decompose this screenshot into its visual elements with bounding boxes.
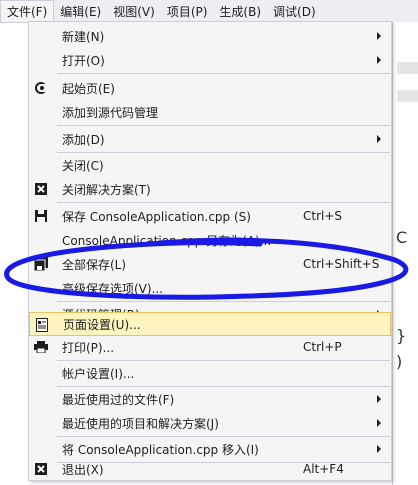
- editor-strip: [397, 62, 418, 74]
- save-all-icon: [31, 254, 51, 274]
- menu-debug[interactable]: 调试(D): [267, 0, 322, 22]
- menu-item-label: 添加(D): [62, 132, 105, 147]
- file-menu-dropdown: 新建(N) 打开(O) 起始页(E) 添加到源代码管理 添加(D) 关闭(C): [28, 21, 392, 481]
- menu-item-label: 打印(P)...: [62, 340, 115, 355]
- menu-item-add-to-source-control[interactable]: 添加到源代码管理: [29, 100, 391, 124]
- close-solution-icon: [31, 179, 51, 199]
- menu-item-label: 关闭解决方案(T): [62, 182, 151, 197]
- shortcut-label: Alt+F4: [303, 462, 344, 476]
- menu-view[interactable]: 视图(V): [107, 0, 161, 22]
- submenu-arrow-icon: [377, 445, 381, 453]
- editor-background: [392, 22, 418, 485]
- editor-strip: [397, 90, 418, 102]
- menu-bar: 文件(F) 编辑(E) 视图(V) 项目(P) 生成(B) 调试(D): [0, 0, 418, 23]
- menu-item-print[interactable]: 打印(P)... Ctrl+P: [29, 335, 391, 359]
- menu-item-label: 保存 ConsoleApplication.cpp (S): [62, 209, 251, 224]
- menu-edit[interactable]: 编辑(E): [54, 0, 107, 22]
- menu-item-label: 关闭(C): [62, 158, 104, 173]
- exit-icon: [31, 459, 51, 479]
- shortcut-label: Ctrl+Shift+S: [303, 257, 380, 271]
- menu-build[interactable]: 生成(B): [213, 0, 267, 22]
- menu-item-label: 高级保存选项(V)...: [62, 281, 164, 296]
- menu-item-start-page[interactable]: 起始页(E): [29, 76, 391, 100]
- menu-item-add[interactable]: 添加(D): [29, 127, 391, 151]
- editor-glyph: }: [396, 326, 407, 345]
- menu-item-close-solution[interactable]: 关闭解决方案(T): [29, 177, 391, 201]
- menu-item-label: ConsoleApplication.cpp 另存为(A)...: [62, 233, 272, 248]
- menu-item-label: 打开(O): [62, 53, 105, 68]
- menu-item-label: 全部保存(L): [62, 257, 127, 272]
- menu-item-exit[interactable]: 退出(X) Alt+F4: [29, 457, 391, 481]
- menu-item-label: 最近使用的项目和解决方案(J): [62, 416, 219, 431]
- submenu-arrow-icon: [377, 32, 381, 40]
- menu-item-label: 起始页(E): [62, 81, 115, 96]
- menu-item-account-settings[interactable]: 帐户设置(I)...: [29, 361, 391, 385]
- submenu-arrow-icon: [377, 56, 381, 64]
- menu-separator: [57, 202, 390, 203]
- save-icon: [31, 206, 51, 226]
- menu-item-page-setup[interactable]: 页面设置(U)...: [29, 312, 391, 336]
- menu-item-save-as[interactable]: ConsoleApplication.cpp 另存为(A)...: [29, 228, 391, 252]
- menu-project[interactable]: 项目(P): [161, 0, 214, 22]
- page-setup-icon: [32, 315, 52, 335]
- menu-item-label: 帐户设置(I)...: [62, 366, 135, 381]
- menu-item-open[interactable]: 打开(O): [29, 48, 391, 72]
- printer-icon: [31, 337, 51, 357]
- menu-item-recent-files[interactable]: 最近使用过的文件(F): [29, 387, 391, 411]
- menu-item-save-all[interactable]: 全部保存(L) Ctrl+Shift+S: [29, 252, 391, 276]
- menu-item-recent-projects[interactable]: 最近使用的项目和解决方案(J): [29, 411, 391, 435]
- menu-item-close[interactable]: 关闭(C): [29, 153, 391, 177]
- menu-file[interactable]: 文件(F): [0, 0, 55, 22]
- shortcut-label: Ctrl+P: [303, 340, 342, 354]
- menu-item-label: 页面设置(U)...: [63, 317, 141, 332]
- submenu-arrow-icon: [377, 419, 381, 427]
- menu-item-save[interactable]: 保存 ConsoleApplication.cpp (S) Ctrl+S: [29, 204, 391, 228]
- menu-item-new[interactable]: 新建(N): [29, 24, 391, 48]
- submenu-arrow-icon: [377, 135, 381, 143]
- menu-item-advanced-save[interactable]: 高级保存选项(V)...: [29, 276, 391, 300]
- menu-separator: [57, 125, 390, 126]
- editor-glyph: ): [396, 352, 403, 371]
- start-page-icon: [31, 78, 51, 98]
- menu-item-label: 将 ConsoleApplication.cpp 移入(I): [62, 442, 259, 457]
- menu-item-label: 退出(X): [62, 462, 104, 477]
- shortcut-label: Ctrl+S: [303, 209, 343, 223]
- menu-item-label: 添加到源代码管理: [62, 105, 159, 120]
- editor-glyph: C: [396, 228, 408, 247]
- menu-separator: [57, 73, 390, 74]
- menu-item-label: 最近使用过的文件(F): [62, 392, 175, 407]
- menu-item-label: 新建(N): [62, 29, 105, 44]
- submenu-arrow-icon: [377, 395, 381, 403]
